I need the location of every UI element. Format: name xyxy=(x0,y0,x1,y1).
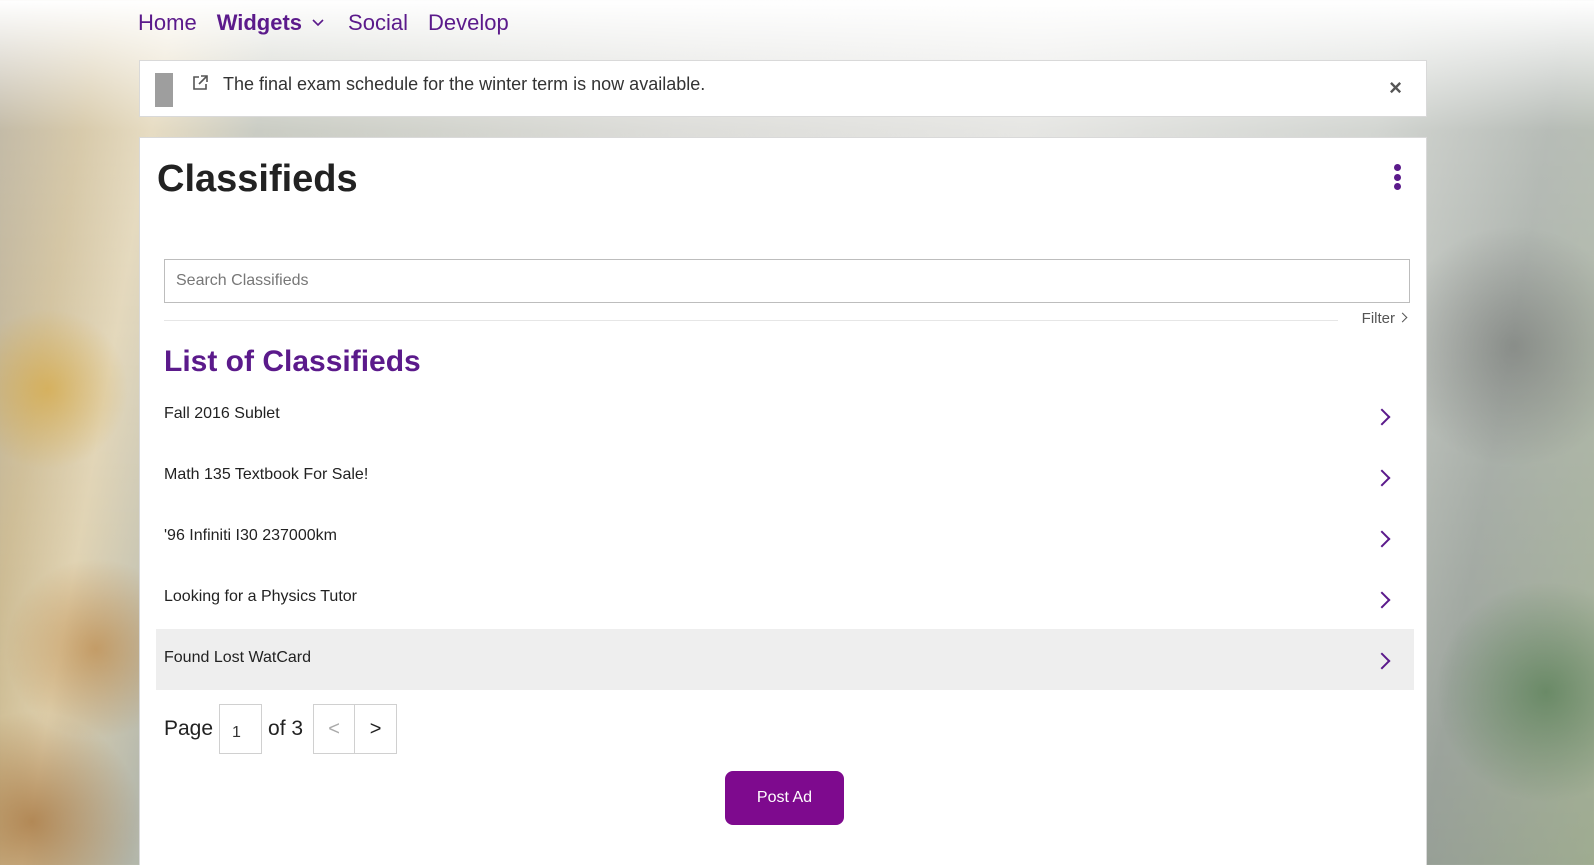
chevron-right-icon xyxy=(1373,469,1391,487)
banner-marker xyxy=(155,73,173,107)
page-title: Classifieds xyxy=(157,158,358,200)
filter-button[interactable]: Filter xyxy=(1361,310,1408,327)
post-ad-button[interactable]: Post Ad xyxy=(725,771,844,825)
classifieds-panel: Classifieds Filter List of Classifieds F… xyxy=(139,137,1427,865)
list-item[interactable]: Fall 2016 Sublet xyxy=(156,385,1414,446)
kebab-menu-icon[interactable] xyxy=(1392,164,1402,190)
list-item-label: Found Lost WatCard xyxy=(164,649,312,666)
list-heading: List of Classifieds xyxy=(164,345,421,378)
chevron-right-icon xyxy=(1373,530,1391,548)
divider xyxy=(164,320,1338,321)
filter-label: Filter xyxy=(1361,310,1395,327)
list-item[interactable]: Looking for a Physics Tutor xyxy=(156,568,1414,629)
list-item-label: Looking for a Physics Tutor xyxy=(164,588,357,605)
next-page-button[interactable]: > xyxy=(355,704,398,754)
nav-widgets[interactable]: Widgets xyxy=(217,10,302,36)
list-item[interactable]: Math 135 Textbook For Sale! xyxy=(156,446,1414,507)
list-item-label: '96 Infiniti I30 237000km xyxy=(164,527,337,544)
chevron-right-icon xyxy=(1373,591,1391,609)
list-item-label: Math 135 Textbook For Sale! xyxy=(164,466,369,483)
nav-develop[interactable]: Develop xyxy=(428,10,509,36)
list-item-label: Fall 2016 Sublet xyxy=(164,405,280,422)
page-label: Page xyxy=(164,717,214,740)
chevron-right-icon xyxy=(1373,652,1391,670)
announcement-text[interactable]: The final exam schedule for the winter t… xyxy=(223,74,705,95)
previous-page-button[interactable]: < xyxy=(313,704,356,754)
chevron-down-icon[interactable] xyxy=(312,14,324,30)
announcement-banner: The final exam schedule for the winter t… xyxy=(139,60,1427,117)
pagination: Page of 3 < > xyxy=(164,704,398,754)
chevron-right-icon xyxy=(1373,408,1391,426)
nav-home[interactable]: Home xyxy=(138,10,197,36)
list-item[interactable]: Found Lost WatCard xyxy=(156,629,1414,690)
page-count-label: of 3 xyxy=(268,717,304,740)
classifieds-list: Fall 2016 Sublet Math 135 Textbook For S… xyxy=(156,385,1414,690)
top-navigation: Home Widgets Social Develop xyxy=(138,10,509,36)
external-link-icon[interactable] xyxy=(191,74,209,92)
chevron-right-icon xyxy=(1397,312,1408,323)
list-item[interactable]: '96 Infiniti I30 237000km xyxy=(156,507,1414,568)
page-number-input[interactable] xyxy=(219,704,263,754)
nav-social[interactable]: Social xyxy=(348,10,408,36)
close-icon[interactable]: × xyxy=(1389,77,1402,99)
search-input[interactable] xyxy=(164,259,1410,303)
